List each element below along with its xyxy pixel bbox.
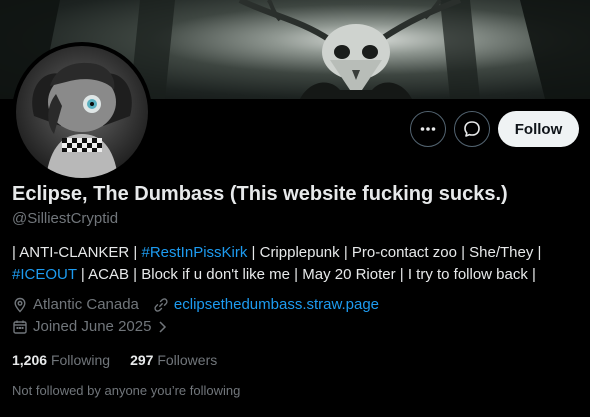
followers-count: 297 [130,352,154,368]
user-handle: @SilliestCryptid [12,210,119,227]
not-followed-text: Not followed by anyone you’re following [12,383,241,398]
message-button[interactable] [454,111,490,147]
joined-row[interactable]: Joined June 2025 [12,318,174,335]
following-count: 1,206 [12,352,48,368]
message-icon [464,121,480,137]
chevron-right-icon [159,320,167,333]
joined-date: Joined June 2025 [33,318,152,335]
avatar[interactable] [12,42,152,182]
bio-text: | ACAB | Block if u don't like me | May … [76,266,536,283]
following-link[interactable]: 1,206 Following [12,352,110,368]
followers-link[interactable]: 297 Followers [130,352,217,368]
follow-button[interactable]: Follow [498,111,579,147]
link-icon [154,297,168,312]
bio-text: | ANTI-CLANKER | [12,244,142,261]
hashtag-link-iceout[interactable]: #ICEOUT [12,266,77,283]
profile-meta-row: Atlantic Canada eclipsethedumbass.straw.… [12,296,379,313]
hashtag-link-restinpisskirk[interactable]: #RestInPissKirk [142,244,248,261]
bio-line-2: #ICEOUT | ACAB | Block if u don't like m… [12,264,582,286]
calendar-icon [13,320,27,334]
location-text: Atlantic Canada [33,296,139,313]
location-icon [14,297,26,313]
followers-label: Followers [157,352,218,368]
bio: | ANTI-CLANKER | #RestInPissKirk | Cripp… [12,242,582,286]
bio-text: | Cripplepunk | Pro-contact zoo | She/Th… [247,244,542,261]
more-button[interactable] [410,111,446,147]
more-icon [420,127,436,131]
bio-line-1: | ANTI-CLANKER | #RestInPissKirk | Cripp… [12,242,582,264]
avatar-image [16,46,148,178]
website-link[interactable]: eclipsethedumbass.straw.page [174,296,379,313]
display-name: Eclipse, The Dumbass (This website fucki… [12,183,508,205]
following-label: Following [50,352,111,368]
follow-stats: 1,206 Following 297 Followers [12,352,217,368]
